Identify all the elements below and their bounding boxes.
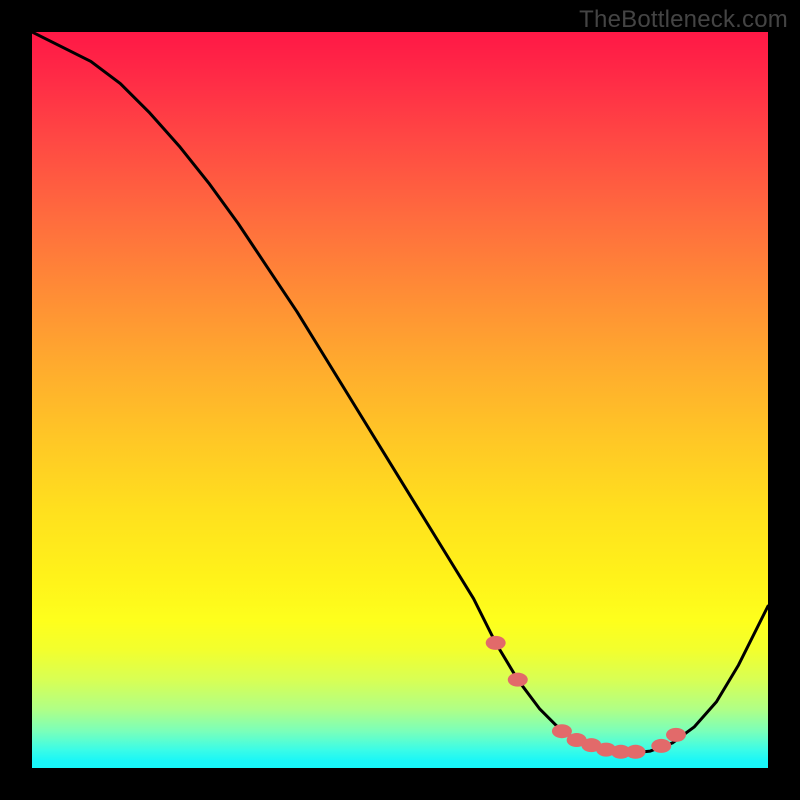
curve-marker: [651, 739, 671, 753]
bottleneck-curve: [32, 32, 768, 753]
curve-marker: [486, 636, 506, 650]
chart-curve-layer: [32, 32, 768, 768]
curve-markers: [486, 636, 686, 759]
curve-marker: [626, 745, 646, 759]
watermark-text: TheBottleneck.com: [579, 6, 788, 34]
chart-plot-area: [32, 32, 768, 768]
curve-marker: [666, 728, 686, 742]
curve-marker: [508, 673, 528, 687]
